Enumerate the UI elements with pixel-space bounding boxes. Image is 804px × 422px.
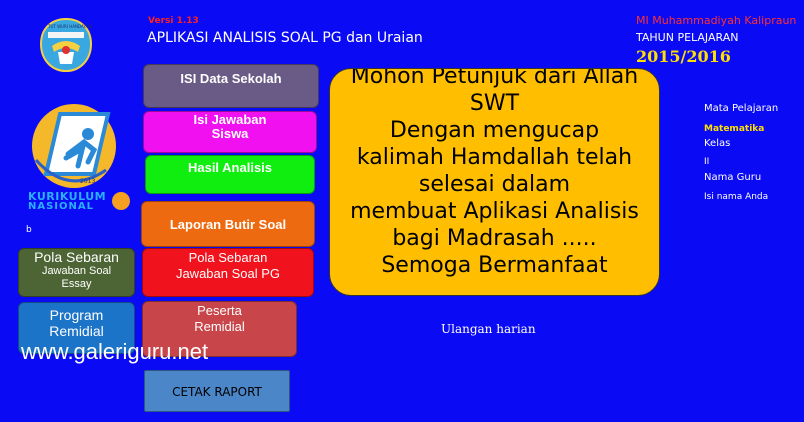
message-line: membuat Aplikasi Analisis (350, 199, 639, 224)
hasil-analisis-button[interactable]: Hasil Analisis (145, 155, 315, 194)
peserta-label-line2: Remidial (194, 319, 245, 334)
message-text: Mohon Petunjuk dari Allah SWT Dengan men… (330, 68, 659, 279)
isi-jawaban-label-line1: Isi Jawaban (193, 112, 267, 127)
side-marker: b (26, 225, 32, 235)
cetak-raport-button[interactable]: CETAK RAPORT (144, 370, 290, 412)
teacher-label: Nama Guru (704, 172, 762, 183)
pola-sebaran-pg-button[interactable]: Pola Sebaran Jawaban Soal PG (142, 248, 314, 297)
isi-data-sekolah-label: ISI Data Sekolah (180, 71, 282, 86)
program-label-line1: Program (49, 307, 104, 323)
kurikulum-emblem-icon (32, 104, 116, 188)
class-label: Kelas (704, 138, 731, 149)
message-line: selesai dalam (418, 172, 571, 197)
subject-label: Mata Pelajaran (704, 103, 779, 114)
pola-essay-label-line3: Essay (61, 278, 92, 290)
message-line: SWT (469, 91, 520, 116)
kurikulum-badge (112, 192, 130, 210)
pola-sebaran-essay-button[interactable]: Pola Sebaran Jawaban Soal Essay (18, 248, 135, 297)
isi-data-sekolah-button[interactable]: ISI Data Sekolah (143, 64, 319, 108)
school-year: 2015/2016 (636, 47, 731, 66)
hasil-analisis-label: Hasil Analisis (187, 160, 273, 175)
kurikulum-badge-year: 2013 (80, 178, 96, 185)
version-label: Versi 1.13 (148, 16, 199, 26)
tut-wuri-text: TUT WURI HANDAYANI (48, 24, 93, 29)
pola-essay-label-line2: Jawaban Soal (41, 265, 112, 277)
tut-wuri-logo: TUT WURI HANDAYANI (38, 16, 94, 74)
class-value: II (704, 157, 710, 167)
message-line: Semoga Bermanfaat (381, 253, 608, 278)
kurikulum-text-line2: NASIONAL (28, 201, 95, 212)
school-name: MI Muhammadiyah Kalipraun (636, 14, 797, 27)
laporan-butir-soal-label: Laporan Butir Soal (169, 217, 287, 232)
subject-value: Matematika (704, 124, 765, 134)
teacher-value: Isi nama Anda (704, 192, 769, 202)
message-line: Dengan mengucap (389, 118, 600, 143)
app-title: APLIKASI ANALISIS SOAL PG dan Uraian (147, 30, 423, 46)
message-box: Mohon Petunjuk dari Allah SWT Dengan men… (329, 68, 660, 296)
pola-pg-label-line1: Pola Sebaran (188, 250, 268, 265)
cetak-raport-label: CETAK RAPORT (172, 385, 262, 399)
isi-jawaban-siswa-button[interactable]: Isi Jawaban Siswa (143, 111, 317, 153)
kurikulum-logo: KURIKULUM NASIONAL 2013 (28, 100, 134, 212)
laporan-butir-soal-button[interactable]: Laporan Butir Soal (141, 201, 315, 247)
exam-type-label: Ulangan harian (441, 322, 536, 336)
watermark-url: www.galeriguru.net (21, 339, 209, 364)
pola-pg-label-line2: Jawaban Soal PG (175, 266, 281, 281)
message-line: bagi Madrasah ..... (392, 226, 597, 251)
message-line: Mohon Petunjuk dari Allah (350, 68, 639, 89)
isi-jawaban-label-line2: Siswa (211, 126, 249, 141)
message-line: kalimah Hamdallah telah (356, 145, 633, 170)
peserta-label-line1: Peserta (197, 303, 242, 318)
school-year-label: TAHUN PELAJARAN (636, 31, 739, 44)
program-label-line2: Remidial (49, 323, 104, 339)
pola-essay-label-line1: Pola Sebaran (34, 249, 119, 265)
